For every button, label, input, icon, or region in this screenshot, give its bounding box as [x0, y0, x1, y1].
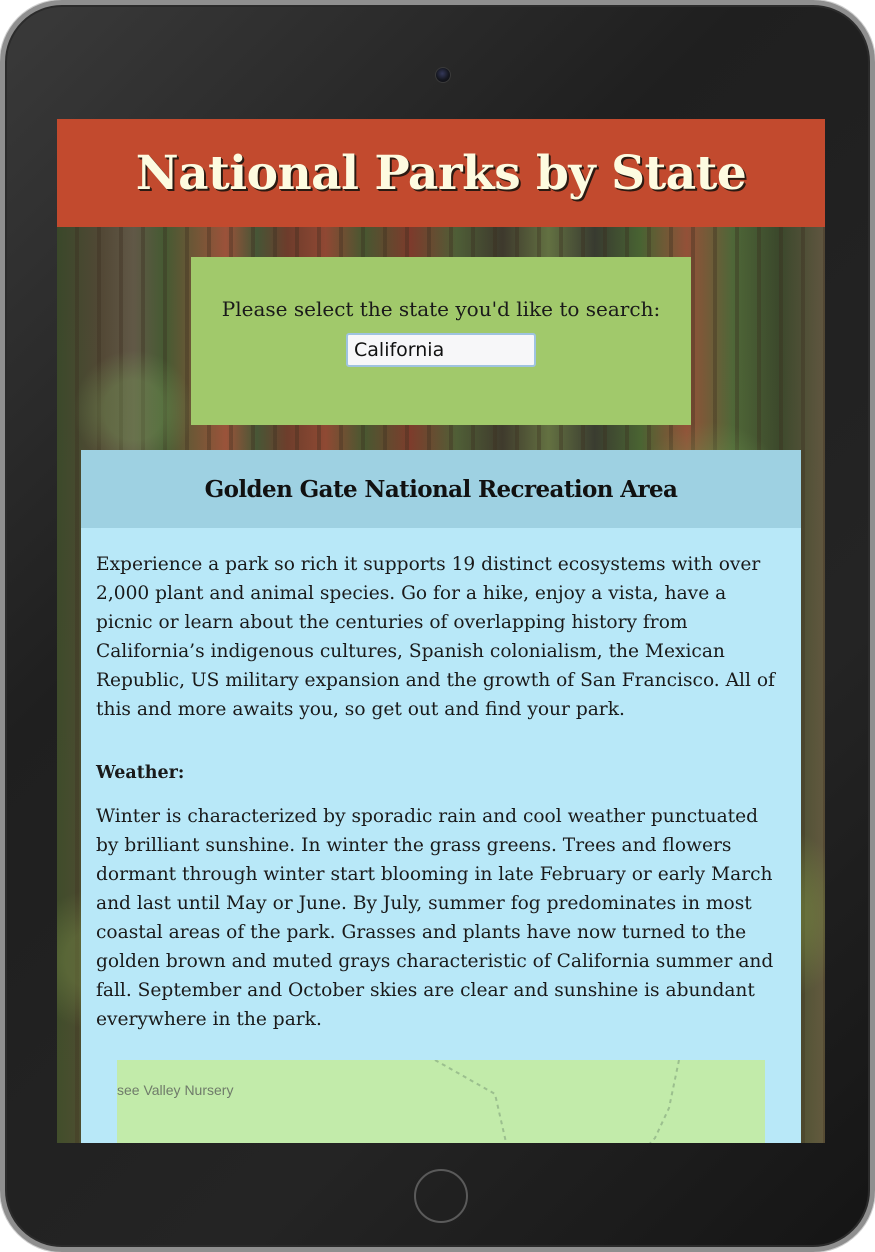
- state-search-label: Please select the state you'd like to se…: [221, 297, 661, 321]
- page-header: National Parks by State: [57, 119, 825, 227]
- tablet-device-frame: National Parks by State Please select th…: [0, 0, 875, 1252]
- map-trail-lines: [434, 1060, 680, 1143]
- state-search-panel: Please select the state you'd like to se…: [191, 257, 691, 425]
- camera-lens-icon: [435, 67, 451, 83]
- weather-heading: Weather:: [96, 763, 185, 783]
- screen: National Parks by State Please select th…: [57, 119, 825, 1143]
- map-place-label: see Valley Nursery: [117, 1082, 234, 1098]
- weather-description: Winter is characterized by sporadic rain…: [96, 806, 774, 1030]
- park-card-body: Experience a park so rich it supports 19…: [81, 528, 801, 1034]
- home-button[interactable]: [414, 1169, 468, 1223]
- state-select[interactable]: California: [346, 333, 536, 367]
- park-card: Golden Gate National Recreation Area Exp…: [81, 450, 801, 1143]
- page-title: National Parks by State: [135, 145, 747, 201]
- park-name: Golden Gate National Recreation Area: [204, 475, 678, 503]
- park-description: Experience a park so rich it supports 19…: [96, 554, 775, 720]
- park-card-header: Golden Gate National Recreation Area: [81, 450, 801, 528]
- park-map[interactable]: see Valley Nursery: [117, 1060, 765, 1143]
